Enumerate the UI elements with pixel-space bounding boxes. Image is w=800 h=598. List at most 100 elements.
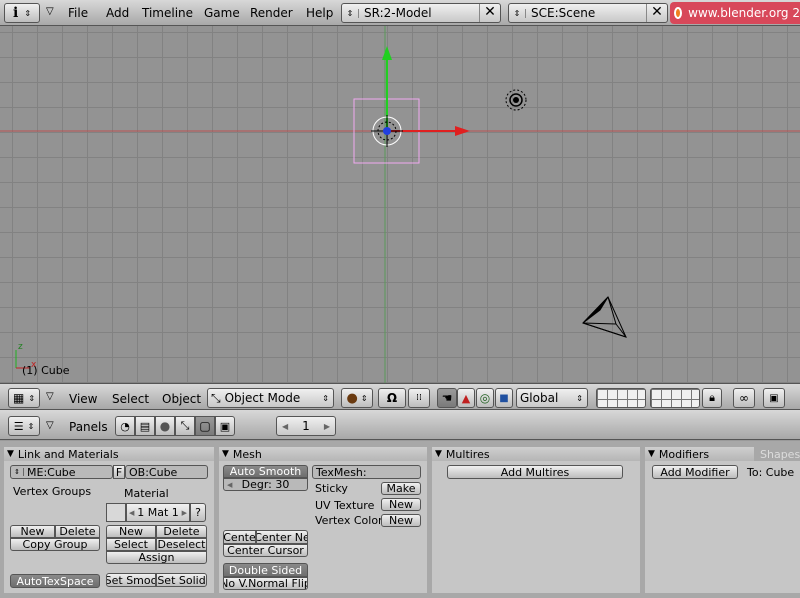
close-icon[interactable]: ✕	[646, 4, 667, 22]
center-new-button[interactable]: Center Ne	[256, 530, 308, 544]
vertex-color-new-button[interactable]: New	[381, 514, 421, 527]
collapse-triangle-icon[interactable]: ▼	[435, 449, 442, 459]
modifiers-tab[interactable]: Modifiers	[659, 448, 741, 461]
editor-type-buttons-button[interactable]: ☰ ⇕	[8, 416, 40, 436]
render-preview-button[interactable]: ▣	[763, 388, 785, 408]
material-color-swatch[interactable]	[106, 503, 126, 522]
frame-number-field[interactable]: ◀ 1 ▶	[276, 416, 336, 436]
fake-user-button[interactable]: F	[113, 465, 125, 479]
autotexspace-toggle[interactable]: AutoTexSpace	[10, 574, 100, 588]
close-icon[interactable]: ✕	[479, 4, 500, 22]
center-cursor-button[interactable]: Center Cursor	[223, 544, 308, 557]
link-materials-panel-header[interactable]: ▼ Link and Materials	[4, 447, 214, 461]
menu-timeline[interactable]: Timeline	[142, 6, 193, 20]
scene-selector[interactable]: ⇕ SCE:Scene ✕	[508, 3, 668, 23]
texmesh-field[interactable]: TexMesh:	[312, 465, 421, 479]
degr-field[interactable]: ◀ Degr: 30	[223, 478, 308, 491]
collapse-triangle-icon[interactable]: ▼	[7, 449, 14, 459]
centre-button[interactable]: Cente	[223, 530, 256, 544]
menu-select[interactable]: Select	[112, 392, 149, 406]
manipulator-y-arrowhead[interactable]	[382, 46, 392, 60]
collapse-menus-icon[interactable]: ▽	[46, 6, 54, 17]
lock-layers-button[interactable]: 🔒︎	[702, 388, 722, 408]
copy-group-button[interactable]: Copy Group	[10, 538, 100, 551]
collapse-menus-icon[interactable]: ▽	[46, 420, 54, 431]
material-help-button[interactable]: ?	[190, 503, 206, 522]
screen-selector[interactable]: ⇕ SR:2-Model ✕	[341, 3, 501, 23]
mesh-datablock-field[interactable]: ⇕ ME:Cube	[10, 465, 113, 479]
orientation-selector[interactable]: Global ⇕	[516, 388, 588, 408]
camera-icon[interactable]	[582, 296, 627, 338]
menu-view[interactable]: View	[69, 392, 97, 406]
menu-render[interactable]: Render	[250, 6, 293, 20]
multires-panel-header[interactable]: ▼ Multires	[432, 447, 640, 461]
draw-type-button[interactable]: ● ⇕	[341, 388, 373, 408]
editor-type-3dview-button[interactable]: ▦ ⇕	[8, 388, 40, 408]
material-assign-button[interactable]: Assign	[106, 551, 207, 564]
rotate-manipulator-button[interactable]: ◎	[476, 388, 494, 408]
updown-icon: ⇕	[576, 393, 583, 403]
lamp-icon[interactable]	[505, 89, 527, 111]
collapse-menus-icon[interactable]: ▽	[46, 391, 54, 402]
screen-name: SR:2-Model	[364, 6, 432, 20]
browse-icon[interactable]: ⇕	[11, 468, 24, 476]
material-delete-button[interactable]: Delete	[156, 525, 207, 538]
collapse-triangle-icon[interactable]: ▼	[222, 449, 229, 459]
lock-icon: 🔒︎	[709, 391, 715, 404]
mesh-panel-header[interactable]: ▼ Mesh	[219, 447, 427, 461]
menu-file[interactable]: File	[68, 6, 88, 20]
shapes-tab[interactable]: Shapes	[754, 447, 800, 461]
material-new-button[interactable]: New	[106, 525, 156, 538]
vgroup-new-button[interactable]: New	[10, 525, 55, 538]
manipulator-x-arrowhead[interactable]	[455, 126, 470, 136]
script-context-button[interactable]: ▤	[135, 416, 155, 436]
material-deselect-button[interactable]: Deselect	[156, 538, 207, 551]
menu-add[interactable]: Add	[106, 6, 129, 20]
pivot-options-button[interactable]: ⁞⁞	[408, 388, 430, 408]
set-solid-button[interactable]: Set Solid	[156, 573, 207, 587]
editing-square-icon: ▢	[199, 419, 211, 433]
blender-logo-icon	[674, 7, 683, 19]
add-multires-button[interactable]: Add Multires	[447, 465, 623, 479]
layer-buttons-group-2[interactable]	[650, 388, 700, 408]
material-index-field[interactable]: ◀ 1 Mat 1 ▶	[126, 503, 190, 522]
3d-viewport[interactable]: z x (1) Cube	[0, 26, 800, 383]
auto-smooth-toggle[interactable]: Auto Smooth	[223, 465, 308, 478]
collapse-triangle-icon[interactable]: ▼	[648, 449, 655, 459]
link-scene-button[interactable]: ∞	[733, 388, 755, 408]
decrement-arrow-icon[interactable]: ◀	[282, 422, 288, 431]
add-modifier-button[interactable]: Add Modifier	[652, 465, 738, 479]
menu-game[interactable]: Game	[204, 6, 240, 20]
updown-icon: ⇕	[28, 393, 36, 403]
pivot-button[interactable]: Ω	[378, 388, 406, 408]
object-context-button[interactable]: ⤡	[175, 416, 195, 436]
manipulator-toggle[interactable]: ☚	[437, 388, 457, 408]
view-axis-z-label: z	[18, 342, 23, 352]
set-smooth-button[interactable]: Set Smoo	[106, 573, 156, 587]
uv-texture-new-button[interactable]: New	[381, 498, 421, 511]
editor-type-info-button[interactable]: i ⇕	[4, 3, 40, 23]
decrement-arrow-icon[interactable]: ◀	[129, 509, 134, 517]
logic-context-button[interactable]: ◔	[115, 416, 135, 436]
no-vnormal-flip-toggle[interactable]: No V.Normal Flip	[223, 577, 308, 590]
scene-context-button[interactable]: ▣	[215, 416, 235, 436]
vgroup-delete-button[interactable]: Delete	[55, 525, 100, 538]
object-name-field[interactable]: OB:Cube	[125, 465, 208, 479]
menu-help[interactable]: Help	[306, 6, 333, 20]
orientation-value: Global	[520, 391, 559, 405]
material-select-button[interactable]: Select	[106, 538, 156, 551]
viewport-canvas	[0, 26, 800, 383]
mode-selector[interactable]: ⤡ Object Mode ⇕	[207, 388, 334, 408]
increment-arrow-icon[interactable]: ▶	[324, 422, 330, 431]
layer-buttons-group-1[interactable]	[596, 388, 646, 408]
scale-manipulator-button[interactable]: ■	[495, 388, 513, 408]
translate-manipulator-button[interactable]: ▲	[457, 388, 475, 408]
shading-context-button[interactable]: ●	[155, 416, 175, 436]
menu-object[interactable]: Object	[162, 392, 201, 406]
double-sided-toggle[interactable]: Double Sided	[223, 563, 308, 577]
panel-title: Mesh	[232, 447, 262, 461]
editing-context-button[interactable]: ▢	[195, 416, 215, 436]
sticky-make-button[interactable]: Make	[381, 482, 421, 495]
decrement-arrow-icon[interactable]: ◀	[227, 481, 232, 489]
increment-arrow-icon[interactable]: ▶	[182, 509, 187, 517]
